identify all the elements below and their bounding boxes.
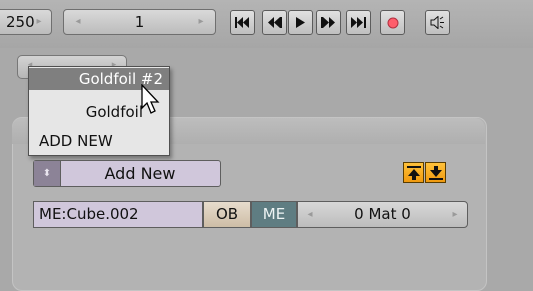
dropdown-item-add-new[interactable]: ADD NEW	[29, 130, 169, 152]
end-frame-field[interactable]: 250 ▸	[0, 9, 52, 35]
mouse-cursor-icon	[141, 84, 160, 114]
jump-to-start-button[interactable]	[230, 10, 255, 35]
mesh-name-value: ME:Cube.002	[39, 205, 139, 223]
me-link-button[interactable]: ME	[251, 201, 297, 228]
arrow-up-icon	[406, 165, 421, 180]
dropdown-item-label: ADD NEW	[39, 132, 113, 150]
next-keyframe-icon	[321, 17, 335, 28]
material-index-increment[interactable]: ▸	[445, 203, 465, 227]
jump-to-end-icon	[351, 17, 366, 28]
play-button[interactable]	[288, 10, 313, 35]
current-frame-increment[interactable]: ▸	[191, 10, 211, 34]
material-index-value: 0 Mat 0	[354, 205, 411, 223]
arrow-down-icon	[428, 165, 443, 180]
jump-to-start-icon	[235, 17, 249, 28]
jump-to-end-button[interactable]	[346, 10, 371, 35]
menu-toggle-icon[interactable]: ⬍	[34, 161, 61, 186]
ob-label: OB	[215, 205, 239, 223]
add-new-material-button[interactable]: ⬍ Add New	[33, 160, 221, 187]
previous-keyframe-button[interactable]	[262, 10, 287, 35]
add-new-label: Add New	[104, 164, 176, 183]
me-label: ME	[262, 205, 286, 223]
play-icon	[296, 17, 305, 28]
previous-keyframe-icon	[268, 17, 282, 28]
move-down-button[interactable]	[425, 162, 446, 183]
end-frame-increment[interactable]: ▸	[29, 10, 49, 34]
next-keyframe-button[interactable]	[316, 10, 341, 35]
record-button[interactable]	[380, 10, 405, 35]
current-frame-field[interactable]: ◂ 1 ▸	[63, 9, 216, 35]
mesh-name-field[interactable]: ME:Cube.002	[33, 201, 203, 228]
speaker-icon	[430, 16, 444, 29]
material-index-field[interactable]: ◂ 0 Mat 0 ▸	[297, 201, 468, 228]
move-up-button[interactable]	[403, 162, 424, 183]
audio-scrub-button[interactable]	[425, 10, 450, 35]
ob-link-button[interactable]: OB	[203, 201, 251, 228]
record-icon	[387, 17, 398, 28]
